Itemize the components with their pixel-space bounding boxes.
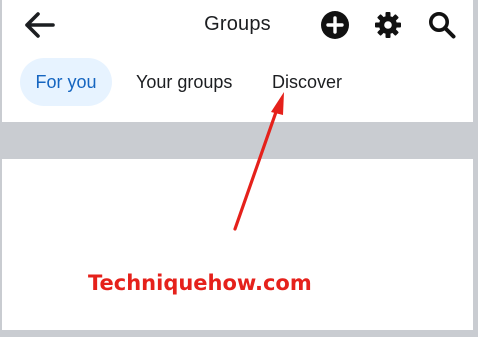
- groups-tab-bar: For you Your groups Discover: [2, 56, 473, 108]
- plus-circle-icon: [321, 11, 349, 39]
- section-divider: [2, 122, 473, 159]
- watermark-text: Techniquehow.com: [88, 271, 312, 295]
- top-bar: Groups: [2, 0, 473, 50]
- tab-your-groups[interactable]: Your groups: [136, 58, 232, 106]
- create-group-button[interactable]: [320, 10, 350, 40]
- gear-icon: [375, 12, 401, 38]
- search-icon: [429, 12, 456, 39]
- search-button[interactable]: [427, 10, 457, 40]
- settings-button[interactable]: [373, 10, 403, 40]
- tab-discover[interactable]: Discover: [272, 58, 342, 106]
- tab-for-you[interactable]: For you: [20, 58, 112, 106]
- app-screen: Groups For you Your groups Discover Tech…: [2, 0, 473, 330]
